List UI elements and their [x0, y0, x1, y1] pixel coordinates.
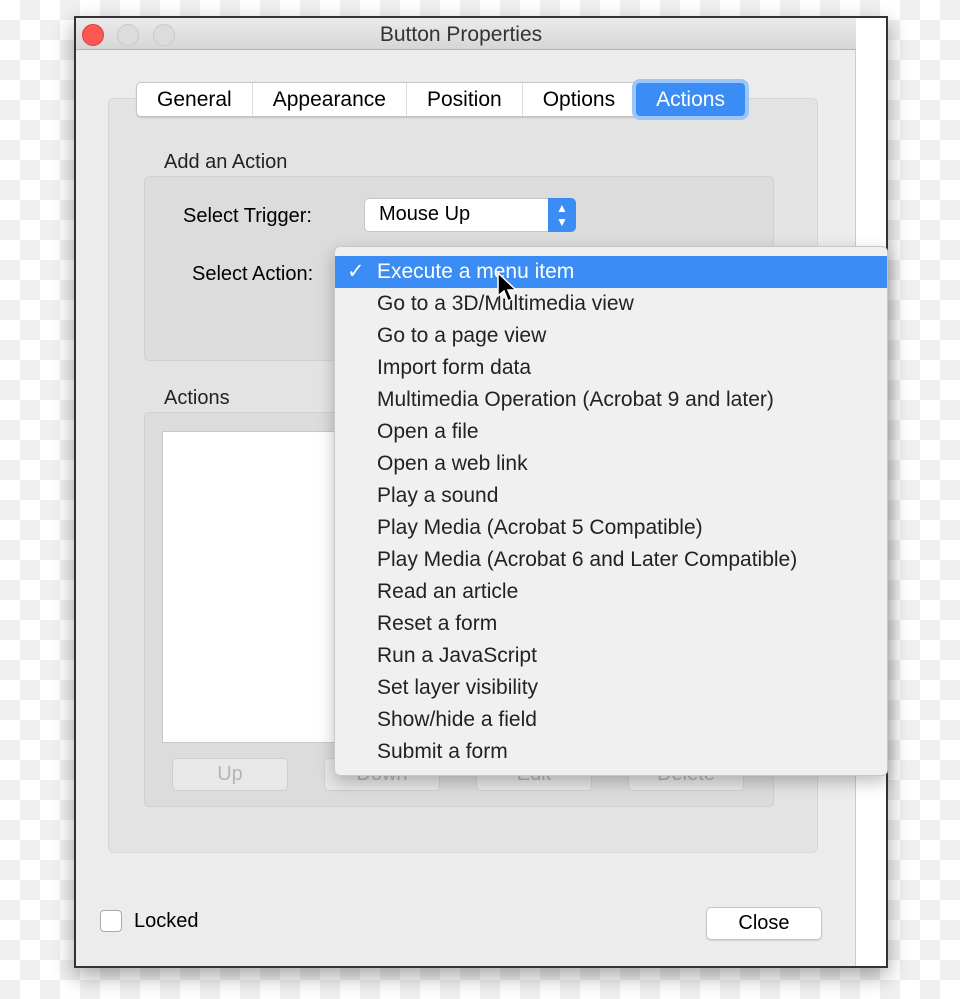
menu-item-label: Open a file — [377, 420, 479, 443]
tab-options[interactable]: Options — [523, 83, 637, 116]
add-action-heading: Add an Action — [164, 151, 288, 173]
menu-item[interactable]: Set layer visibility — [335, 672, 887, 704]
menu-item-label: Open a web link — [377, 452, 528, 475]
menu-item-label: Show/hide a field — [377, 708, 537, 731]
menu-item[interactable]: Go to a 3D/Multimedia view — [335, 288, 887, 320]
action-dropdown-menu: ✓ Execute a menu item Go to a 3D/Multimedi… — [334, 246, 888, 776]
locked-checkbox[interactable] — [100, 910, 122, 932]
action-label: Select Action: — [192, 263, 314, 285]
tab-appearance[interactable]: Appearance — [253, 83, 407, 116]
title-bar: Button Properties — [76, 18, 856, 50]
menu-item[interactable]: Open a web link — [335, 448, 887, 480]
menu-item[interactable]: Go to a page view — [335, 320, 887, 352]
up-button[interactable]: Up — [172, 758, 288, 791]
window-title: Button Properties — [379, 23, 543, 46]
menu-item-label: Reset a form — [377, 612, 498, 635]
menu-item[interactable]: Multimedia Operation (Acrobat 9 and late… — [335, 384, 887, 416]
checkmark-icon: ✓ — [347, 260, 365, 283]
menu-item[interactable]: Submit a form — [335, 736, 887, 768]
menu-item-label: Import form data — [377, 356, 532, 379]
menu-item-label: Set layer visibility — [377, 676, 539, 699]
tab-bar: General Appearance Position Options Acti… — [136, 82, 746, 117]
menu-item[interactable]: Import form data — [335, 352, 887, 384]
mouse-pointer-icon — [497, 272, 518, 303]
trigger-value: Mouse Up — [379, 203, 471, 225]
locked-label: Locked — [134, 910, 199, 932]
menu-item[interactable]: Play Media (Acrobat 5 Compatible) — [335, 512, 887, 544]
menu-item[interactable]: Open a file — [335, 416, 887, 448]
menu-item[interactable]: ✓ Execute a menu item — [335, 256, 887, 288]
menu-item[interactable]: Read an article — [335, 576, 887, 608]
menu-item-label: Read an article — [377, 580, 519, 603]
menu-item-label: Play a sound — [377, 484, 499, 507]
menu-item-label: Play Media (Acrobat 6 and Later Compatib… — [377, 548, 798, 571]
menu-item[interactable]: Play Media (Acrobat 6 and Later Compatib… — [335, 544, 887, 576]
menu-item[interactable]: Show/hide a field — [335, 704, 887, 736]
menu-item[interactable]: Run a JavaScript — [335, 640, 887, 672]
tab-general[interactable]: General — [137, 83, 253, 116]
menu-item[interactable]: Play a sound — [335, 480, 887, 512]
menu-item-label: Submit a form — [377, 740, 508, 763]
tab-position[interactable]: Position — [407, 83, 523, 116]
chevron-updown-icon: ▲ ▼ — [548, 198, 576, 232]
menu-item-label: Play Media (Acrobat 5 Compatible) — [377, 516, 703, 539]
actions-list[interactable] — [162, 431, 342, 743]
tab-actions[interactable]: Actions — [636, 83, 745, 116]
trigger-label: Select Trigger: — [183, 205, 312, 227]
close-button[interactable]: Close — [706, 907, 822, 940]
actions-heading: Actions — [164, 387, 230, 409]
trigger-select[interactable]: Mouse Up ▲ ▼ — [364, 198, 576, 232]
menu-item-label: Multimedia Operation (Acrobat 9 and late… — [377, 388, 774, 411]
menu-item-label: Go to a page view — [377, 324, 547, 347]
menu-item-label: Run a JavaScript — [377, 644, 537, 667]
menu-item-label: Execute a menu item — [377, 260, 575, 283]
menu-item[interactable]: Reset a form — [335, 608, 887, 640]
